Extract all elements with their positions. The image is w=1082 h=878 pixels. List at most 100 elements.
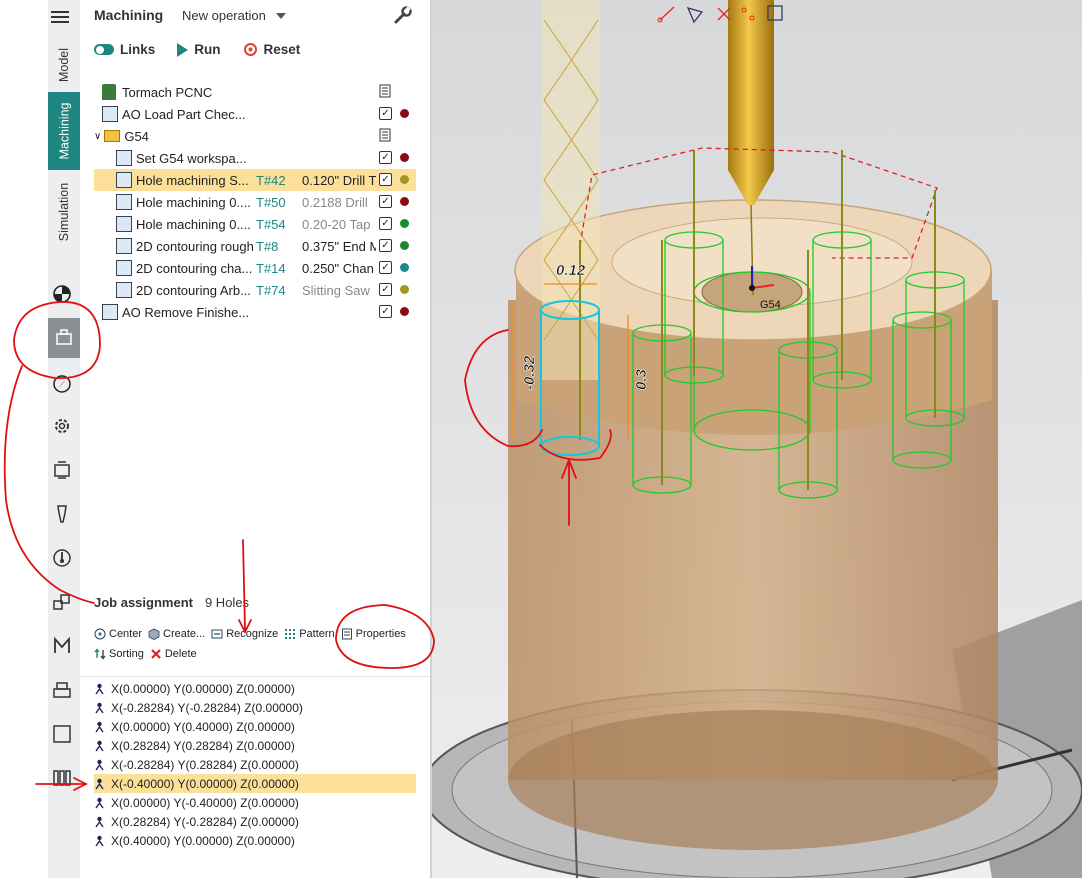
cube-icon — [148, 628, 160, 640]
hole-point-row[interactable]: X(-0.28284) Y(-0.28284) Z(0.00000) — [94, 698, 416, 717]
links-button[interactable]: Links — [94, 42, 155, 57]
delete-label: Delete — [164, 648, 197, 660]
m-icon[interactable] — [50, 634, 74, 658]
sorting-button[interactable]: Sorting — [94, 648, 144, 660]
viewport-scene: 0.12 -0.32 0.3 G54 — [432, 0, 1082, 878]
status-dot — [400, 175, 409, 184]
enable-checkbox[interactable]: ✓ — [379, 107, 392, 120]
reset-button[interactable]: Reset — [243, 42, 301, 57]
enable-checkbox[interactable]: ✓ — [379, 195, 392, 208]
enable-checkbox[interactable]: ✓ — [379, 239, 392, 252]
tree-row[interactable]: 2D contouring Arb... T#74 Slitting Saw ✓ — [94, 279, 416, 301]
center-button[interactable]: Center — [94, 628, 142, 640]
operation-name: Hole machining 0.... — [136, 216, 251, 232]
point-icon — [94, 816, 105, 828]
probe-icon[interactable] — [50, 546, 74, 570]
chevron-down-icon[interactable]: ∨ — [94, 131, 101, 142]
compass-icon[interactable] — [50, 372, 74, 396]
tree-row[interactable]: ∨ G54 — [94, 125, 416, 147]
hole-point-row[interactable]: X(-0.40000) Y(0.00000) Z(0.00000) — [94, 774, 416, 793]
tree-row[interactable]: AO Load Part Chec... ✓ — [94, 103, 416, 125]
tree-row[interactable]: Hole machining S... T#42 0.120" Drill T ✓ — [94, 169, 416, 191]
gear-icon[interactable] — [50, 414, 74, 438]
enable-checkbox[interactable]: ✓ — [379, 217, 392, 230]
dim-0.12: 0.12 — [556, 262, 586, 279]
properties-label: Properties — [355, 628, 406, 640]
tab-machining[interactable]: Machining — [48, 92, 80, 170]
properties-button[interactable]: Properties — [341, 628, 406, 640]
operation-name: AO Load Part Chec... — [122, 106, 246, 122]
tool-number: T#8 — [256, 238, 279, 254]
wrench-icon[interactable] — [394, 6, 412, 24]
appearance-icon[interactable] — [50, 282, 74, 306]
hole-point-row[interactable]: X(0.00000) Y(-0.40000) Z(0.00000) — [94, 793, 416, 812]
notes-icon[interactable] — [379, 84, 391, 98]
tool-number: T#54 — [256, 216, 286, 232]
point-coordinates: X(0.00000) Y(-0.40000) Z(0.00000) — [111, 795, 299, 810]
recognize-icon — [211, 629, 223, 639]
status-dot — [400, 263, 409, 272]
status-dot — [400, 307, 409, 316]
tool-description: 0.375" End M — [302, 238, 376, 254]
operation-icon — [116, 194, 132, 210]
hole-point-row[interactable]: X(0.28284) Y(-0.28284) Z(0.00000) — [94, 812, 416, 831]
status-dot — [400, 285, 409, 294]
tool-icon[interactable] — [50, 502, 74, 526]
machine-icon[interactable] — [48, 318, 80, 358]
tree-row[interactable]: AO Remove Finishe... ✓ — [94, 301, 416, 323]
status-dot — [400, 241, 409, 250]
library-icon[interactable] — [50, 766, 74, 790]
dim-neg-0.32: -0.32 — [521, 355, 538, 390]
origin-marker — [749, 285, 755, 291]
point-coordinates: X(-0.28284) Y(0.28284) Z(0.00000) — [111, 757, 299, 772]
operation-name: Tormach PCNC — [122, 84, 213, 100]
recognize-button[interactable]: Recognize — [211, 628, 278, 640]
operation-icon — [116, 282, 132, 298]
enable-checkbox[interactable]: ✓ — [379, 261, 392, 274]
panel-toolbar: Links Run Reset — [94, 42, 300, 57]
run-button[interactable]: Run — [177, 42, 221, 57]
tool-description: 0.120" Drill T — [302, 172, 376, 188]
create-button[interactable]: Create... — [148, 628, 205, 640]
status-dot — [400, 109, 409, 118]
point-icon — [94, 740, 105, 752]
play-icon — [177, 42, 189, 57]
operation-name: 2D contouring rough — [136, 238, 254, 254]
tree-row[interactable]: Tormach PCNC — [94, 81, 416, 103]
delete-button[interactable]: Delete — [150, 648, 197, 660]
reset-label: Reset — [263, 42, 301, 57]
3d-viewport[interactable]: 0.12 -0.32 0.3 G54 — [432, 0, 1082, 878]
square-icon[interactable] — [50, 722, 74, 746]
enable-checkbox[interactable]: ✓ — [379, 305, 392, 318]
sort-icon — [94, 648, 106, 660]
tab-model[interactable]: Model — [48, 36, 80, 94]
printer-icon[interactable] — [50, 678, 74, 702]
hole-point-row[interactable]: X(0.00000) Y(0.40000) Z(0.00000) — [94, 717, 416, 736]
tree-row[interactable]: Hole machining 0.... T#54 0.20-20 Tap ✓ — [94, 213, 416, 235]
hole-point-row[interactable]: X(0.00000) Y(0.00000) Z(0.00000) — [94, 679, 416, 698]
enable-checkbox[interactable]: ✓ — [379, 283, 392, 296]
enable-checkbox[interactable]: ✓ — [379, 151, 392, 164]
tool-number: T#50 — [256, 194, 286, 210]
center-icon — [94, 628, 106, 640]
menu-icon[interactable] — [51, 8, 69, 26]
point-icon — [94, 797, 105, 809]
new-operation-dropdown[interactable]: New operation — [182, 8, 286, 23]
tree-row[interactable]: 2D contouring rough T#8 0.375" End M ✓ — [94, 235, 416, 257]
tree-row[interactable]: Set G54 workspa... ✓ — [94, 147, 416, 169]
operation-icon — [116, 172, 132, 188]
folder-icon — [104, 130, 121, 142]
transform-icon[interactable] — [50, 590, 74, 614]
hole-point-row[interactable]: X(0.28284) Y(0.28284) Z(0.00000) — [94, 736, 416, 755]
point-icon — [94, 778, 105, 790]
hole-point-row[interactable]: X(0.40000) Y(0.00000) Z(0.00000) — [94, 831, 416, 850]
pattern-button[interactable]: Pattern — [284, 628, 335, 640]
fixture-icon[interactable] — [50, 458, 74, 482]
point-coordinates: X(-0.40000) Y(0.00000) Z(0.00000) — [111, 776, 299, 791]
tree-row[interactable]: Hole machining 0.... T#50 0.2188 Drill ✓ — [94, 191, 416, 213]
tree-row[interactable]: 2D contouring cha... T#14 0.250" Chan ✓ — [94, 257, 416, 279]
hole-point-row[interactable]: X(-0.28284) Y(0.28284) Z(0.00000) — [94, 755, 416, 774]
notes-icon[interactable] — [379, 128, 391, 142]
tab-simulation[interactable]: Simulation — [48, 172, 80, 252]
enable-checkbox[interactable]: ✓ — [379, 173, 392, 186]
